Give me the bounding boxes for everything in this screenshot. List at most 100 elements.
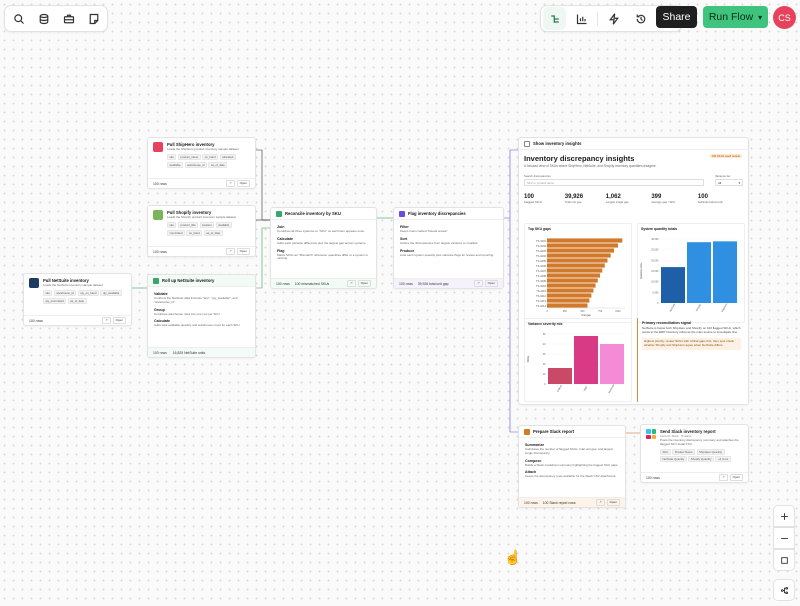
row-count: 100 rows: [399, 281, 413, 286]
step-item: Sort Orders the discrepancies from larges…: [394, 235, 503, 247]
flag-icon: [399, 210, 405, 217]
column-chip: Product Name: [672, 448, 696, 455]
node-reconcile[interactable]: Reconcile inventory by SKU Join Combines …: [270, 207, 377, 289]
node-pull-netsuite[interactable]: Pull NetSuite inventory Loads the NetSui…: [23, 273, 132, 326]
node-flag-discrepancies[interactable]: Flag inventory discrepancies Filter Keeps…: [393, 207, 504, 289]
node-footer: 100 rows ↗ Open: [148, 178, 255, 188]
step-list: Validate Confirms the NetSuite data inclu…: [148, 287, 255, 329]
node-pull-shiphero[interactable]: Pull ShipHero inventory Loads the ShipHe…: [147, 137, 256, 189]
step-item: Calculate Adds total available quantity a…: [148, 317, 255, 329]
gap-bar: [547, 278, 598, 283]
node-rollup-netsuite[interactable]: Roll up NetSuite inventory Validate Confi…: [147, 274, 256, 358]
step-item: Join Combines all three systems on "SKU" …: [271, 223, 376, 235]
kpi-item: 100 Flagged SKUs: [524, 194, 542, 204]
x-category-label: NetSuite: [669, 302, 677, 312]
dashboard-icon: [524, 140, 530, 147]
variance-label: Variance tier: [715, 174, 731, 178]
column-chip: warehouse_id: [53, 290, 77, 296]
gap-bar: [547, 238, 623, 243]
step-item: Compose Builds a Slack markdown summary h…: [519, 457, 625, 469]
open-button[interactable]: Open: [236, 248, 250, 255]
step-description: Adds each pairwise difference plus the l…: [277, 240, 367, 245]
shiphero-logo-icon: [153, 142, 163, 152]
expand-icon[interactable]: ↗: [102, 317, 111, 324]
column-chip: qty_available: [100, 290, 122, 296]
expand-icon[interactable]: ↗: [596, 499, 605, 506]
open-button[interactable]: Open: [112, 317, 126, 324]
auto-layout-button[interactable]: [773, 579, 795, 601]
transform-icon: [153, 277, 159, 284]
node-pull-shopify[interactable]: Pull Shopify inventory Loads the Shopify…: [147, 205, 256, 257]
gap-bar: [547, 288, 594, 293]
column-chips: sku product_name on_hand allocated available…: [148, 154, 255, 168]
node-footer: 100 rows ↗ Open: [24, 315, 131, 325]
column-chip: as_of_date: [208, 161, 228, 168]
open-button[interactable]: Open: [484, 280, 498, 287]
signal-panel: Primary reconciliation signal NetSuite i…: [637, 318, 745, 402]
step-title: Flag: [277, 248, 285, 253]
open-button[interactable]: Open: [236, 180, 250, 187]
node-footer: 100 rows ↗ Open: [148, 246, 255, 256]
row-count: 100 rows: [646, 475, 660, 480]
open-button[interactable]: Open: [357, 280, 371, 287]
node-title: Prepare Slack report: [533, 429, 574, 434]
netsuite-logo-icon: [29, 278, 39, 288]
bar: [661, 267, 685, 303]
chevron-down-icon: ▾: [738, 181, 740, 185]
gap-bar: [547, 268, 603, 273]
bar: [687, 242, 711, 303]
y-tick-label: 10: [543, 373, 546, 376]
y-tick-label: 50: [543, 333, 546, 336]
kpi-item: 100 NetSuite below both: [698, 194, 723, 204]
step-description: Keeps the discrepancy rows available for…: [525, 474, 617, 479]
dashboard-header: Show inventory insights: [533, 141, 582, 146]
zoom-out-button[interactable]: [773, 527, 795, 549]
column-chip: Shopify Quantity: [688, 456, 714, 463]
step-description: Marks SKUs as "Mismatch" whenever quanti…: [277, 252, 368, 261]
variance-select[interactable]: All ▾: [715, 179, 743, 186]
step-description: Confirms the NetSuite data includes "sku…: [154, 296, 238, 304]
step-description: Combines warehouse rows into one row per…: [154, 311, 221, 316]
expand-icon[interactable]: ↗: [226, 180, 235, 187]
expand-icon[interactable]: ↗: [347, 280, 356, 287]
expand-icon[interactable]: ↗: [226, 248, 235, 255]
x-category-label: ShipHero: [721, 302, 729, 313]
chart-title: Variance severity mix: [528, 322, 563, 326]
join-icon: [276, 210, 282, 217]
kpi-label: NetSuite below both: [697, 200, 723, 204]
open-button[interactable]: Open: [606, 499, 620, 506]
gaps-chart: TS-1001TS-1002TS-1003TS-1004TS-1005TS-10…: [536, 238, 625, 317]
gap-category-label: TS-1003: [536, 249, 547, 253]
column-chip: committed: [167, 229, 185, 236]
y-tick-label: 20: [543, 363, 546, 366]
step-item: Calculate Adds each pairwise difference p…: [271, 235, 376, 247]
y-tick-label: 25,000: [651, 249, 659, 252]
step-list: Filter Keeps rows marked "Needs review". S…: [394, 220, 503, 258]
row-count: 100 rows: [524, 500, 538, 505]
bar: [548, 368, 572, 384]
y-axis-label: Quantity units: [639, 262, 643, 279]
zoom-in-button[interactable]: [773, 505, 795, 527]
expand-icon[interactable]: ↗: [719, 474, 728, 481]
column-chip: +6 more: [715, 456, 731, 463]
node-title: Roll up NetSuite inventory: [162, 278, 215, 283]
column-chip: on_hand: [186, 229, 203, 236]
x-category-label: Critical: [556, 384, 562, 392]
gap-category-label: TS-1011: [536, 289, 546, 293]
node-prepare-slack[interactable]: Prepare Slack report Summarize Calculates…: [518, 425, 626, 508]
column-chip: qty_committed: [43, 297, 67, 304]
open-button[interactable]: Open: [729, 474, 743, 481]
kpi-item: 1,062 Largest single gap: [606, 194, 629, 204]
fit-view-button[interactable]: [773, 549, 795, 571]
severity-panel: Variance severity mix 0 10 20 30 40 50 Critica…: [524, 318, 632, 402]
row-count: 100 rows: [276, 281, 290, 286]
node-dashboard[interactable]: Show inventory insights Inventory discre…: [518, 137, 749, 405]
search-input[interactable]: SKU or product name: [524, 179, 704, 186]
column-chip: SKU: [660, 448, 671, 455]
expand-icon[interactable]: ↗: [474, 280, 483, 287]
kpi-label: Flagged SKUs: [524, 200, 543, 204]
x-tick-label: 750: [598, 310, 603, 313]
node-send-slack[interactable]: Send Slack inventory report Account: Sla…: [640, 424, 749, 483]
kpi-label: Total unit gap: [564, 200, 582, 204]
gap-bar: [547, 263, 605, 268]
